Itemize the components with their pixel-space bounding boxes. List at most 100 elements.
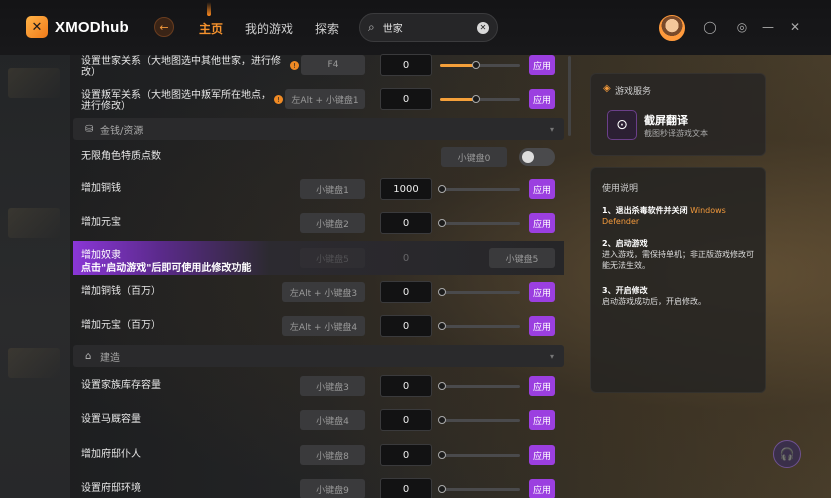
hotkey-badge: 小键盘0 (441, 147, 507, 167)
hotkey-badge: 小键盘2 (300, 213, 365, 233)
value-slider[interactable] (438, 219, 520, 227)
coins-icon: ⛁ (85, 123, 94, 135)
section-build-header[interactable]: ⌂ 建造 ▾ (73, 345, 564, 367)
apply-button[interactable]: 应用 (529, 282, 555, 302)
search-input[interactable] (382, 22, 463, 33)
value-input[interactable]: 0 (380, 88, 432, 110)
value-input[interactable]: 0 (380, 375, 432, 397)
value-slider[interactable] (438, 382, 520, 390)
avatar[interactable] (659, 15, 685, 41)
slider-handle[interactable] (438, 416, 446, 424)
slider-handle[interactable] (438, 451, 446, 459)
app-logo[interactable]: ✕ XMODhub (26, 16, 129, 38)
hotkey-badge-faded: 小键盘5 (300, 248, 365, 268)
hotkey-badge: 左Alt + 小键盘1 (285, 89, 365, 109)
value-slider[interactable] (438, 288, 520, 296)
apply-button[interactable]: 应用 (529, 376, 555, 396)
section-money-header[interactable]: ⛁ 金钱/资源 ▾ (73, 118, 564, 140)
notification-icon[interactable]: ◯ (703, 20, 717, 34)
background-tile (8, 348, 60, 378)
nav-my-games[interactable]: 我的游戏 (245, 20, 293, 37)
value-slider[interactable] (440, 95, 520, 103)
screenshot-translate-icon[interactable]: ⊙ (607, 110, 637, 140)
section-title: 金钱/资源 (100, 125, 144, 137)
apply-button[interactable]: 应用 (529, 479, 555, 498)
close-icon[interactable]: ✕ (788, 20, 802, 34)
main-nav: 主页 我的游戏 探索 (199, 2, 339, 37)
list-item: 设置世家关系（大地图选中其他世家，进行修改） ! F4 0 应用 (73, 50, 564, 80)
value-input[interactable]: 0 (380, 478, 432, 498)
value-slider[interactable] (438, 322, 520, 330)
slider-handle[interactable] (472, 95, 480, 103)
chevron-down-icon: ▾ (549, 351, 554, 361)
apply-button[interactable]: 应用 (529, 316, 555, 336)
value-slider[interactable] (438, 416, 520, 424)
apply-button[interactable]: 应用 (529, 55, 555, 75)
apply-button[interactable]: 应用 (529, 445, 555, 465)
value-input[interactable]: 1000 (380, 178, 432, 200)
list-item: 增加铜钱（百万） 左Alt + 小键盘3 0 应用 (73, 277, 564, 307)
slider-handle[interactable] (438, 382, 446, 390)
hotkey-badge: 左Alt + 小键盘3 (282, 282, 365, 302)
back-arrow-icon[interactable]: ← (154, 17, 174, 37)
promo-subtitle: 点击"启动游戏"后即可使用此修改功能 (81, 263, 252, 274)
minimize-icon[interactable]: — (761, 20, 775, 34)
warning-icon: ! (290, 61, 299, 70)
hotkey-badge: 小键盘5 (489, 248, 555, 268)
apply-button[interactable]: 应用 (529, 410, 555, 430)
apply-button[interactable]: 应用 (529, 89, 555, 109)
value-slider[interactable] (438, 485, 520, 493)
value-input[interactable]: 0 (380, 409, 432, 431)
slider-handle[interactable] (438, 322, 446, 330)
value-input[interactable]: 0 (380, 281, 432, 303)
apply-button[interactable]: 应用 (529, 179, 555, 199)
list-item: 无限角色特质点数 小键盘0 (73, 142, 564, 172)
step-text: 进入游戏，需保持单机；非正版游戏修改可能无法生效。 (602, 250, 754, 270)
value-slider[interactable] (440, 61, 520, 69)
service-title: 游戏服务 (615, 87, 652, 97)
search-icon: ⌕ (368, 20, 375, 34)
step-title: 2、启动游戏 (602, 239, 648, 248)
app-header: ✕ XMODhub ← 主页 我的游戏 探索 ⌕ ✕ ◯ ◎ — ✕ (0, 0, 831, 55)
slider-handle[interactable] (438, 185, 446, 193)
service-app-title[interactable]: 截屏翻译 (644, 112, 688, 128)
nav-home[interactable]: 主页 (199, 2, 223, 37)
list-item: 设置府邸环境 小键盘9 0 应用 (73, 474, 564, 498)
value-input[interactable]: 0 (380, 54, 432, 76)
clear-icon[interactable]: ✕ (477, 21, 489, 34)
hotkey-badge: 小键盘3 (300, 376, 365, 396)
slider-handle[interactable] (438, 485, 446, 493)
row-label: 增加铜钱 (81, 183, 121, 194)
apply-button[interactable]: 应用 (529, 213, 555, 233)
search-box: ⌕ ✕ (359, 13, 498, 42)
cheat-list: 设置世家关系（大地图选中其他世家，进行修改） ! F4 0 应用 设置叛军关系（… (73, 48, 564, 498)
headset-support-icon[interactable]: 🎧 (773, 440, 801, 468)
row-label: 设置叛军关系（大地图选中叛军所在地点，进行修改） (81, 90, 271, 112)
step-title: 1、退出杀毒软件并关闭 (602, 206, 688, 215)
row-label: 设置府邸环境 (81, 483, 141, 494)
slider-handle[interactable] (472, 61, 480, 69)
value-input[interactable]: 0 (380, 315, 432, 337)
slider-fill (440, 98, 476, 101)
value-input[interactable]: 0 (380, 444, 432, 466)
scrollbar[interactable] (568, 56, 571, 136)
slider-handle[interactable] (438, 288, 446, 296)
instructions-title: 使用说明 (602, 184, 639, 194)
row-label: 设置马厩容量 (81, 414, 141, 425)
settings-icon[interactable]: ◎ (735, 20, 749, 34)
value-slider[interactable] (438, 451, 520, 459)
instruction-step-1: 1、退出杀毒软件并关闭 Windows Defender (602, 205, 760, 227)
row-label: 增加元宝 (81, 217, 121, 228)
step-title: 3、开启修改 (602, 286, 648, 295)
row-label: 设置家族库存容量 (81, 380, 161, 391)
list-item: 增加府邸仆人 小键盘8 0 应用 (73, 440, 564, 470)
value-slider[interactable] (438, 185, 520, 193)
slider-handle[interactable] (438, 219, 446, 227)
promo-banner[interactable]: 增加奴隶 点击"启动游戏"后即可使用此修改功能 小键盘5 0 小键盘5 (73, 241, 564, 275)
slider-fill (440, 64, 476, 67)
feature-toggle[interactable] (519, 148, 555, 166)
row-label: 增加铜钱（百万） (81, 286, 161, 297)
value-input[interactable]: 0 (380, 212, 432, 234)
section-title: 建造 (100, 352, 120, 364)
nav-explore[interactable]: 探索 (315, 20, 339, 37)
